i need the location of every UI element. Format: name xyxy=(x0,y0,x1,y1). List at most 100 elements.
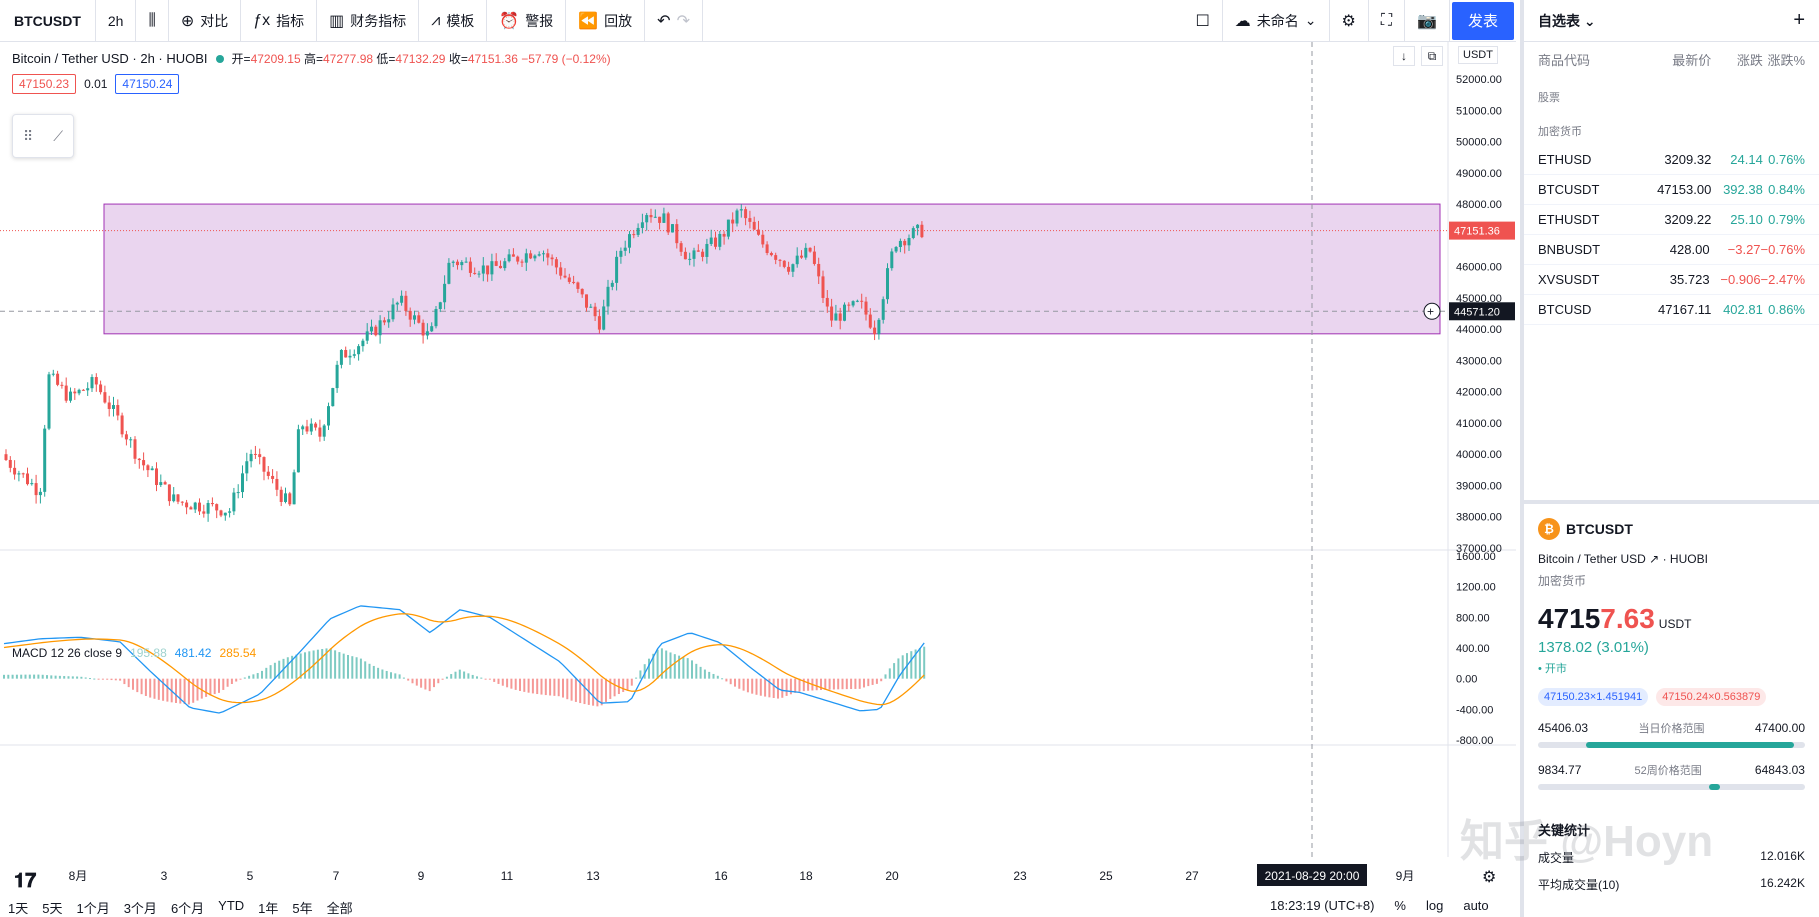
watchlist-row[interactable]: XVSUSDT 35.723 −0.906 −2.47% xyxy=(1524,265,1819,295)
watchlist-title[interactable]: 自选表 ⌄ xyxy=(1538,11,1596,31)
settings-button[interactable]: ⚙ xyxy=(1330,0,1369,42)
screenshot-button[interactable]: 📷 xyxy=(1405,0,1450,42)
log-toggle[interactable]: log xyxy=(1426,898,1443,913)
undo-icon[interactable]: ↶ xyxy=(657,11,670,31)
candle-body xyxy=(787,266,791,272)
layout-toggle-button[interactable]: ☐ xyxy=(1183,0,1223,42)
col-symbol[interactable]: 商品代码 xyxy=(1538,50,1641,69)
financials-button[interactable]: ▥ 财务指标 xyxy=(317,0,420,42)
publish-button[interactable]: 发表 xyxy=(1451,1,1514,40)
currency-tag[interactable]: USDT xyxy=(1458,46,1498,64)
fullscreen-button[interactable]: ⛶ xyxy=(1369,0,1406,42)
col-last[interactable]: 最新价 xyxy=(1641,50,1711,69)
interval-button[interactable]: 2h xyxy=(96,0,137,42)
candle-body xyxy=(292,472,296,505)
macd-histogram-bar xyxy=(402,677,405,679)
macd-histogram-bar xyxy=(574,678,577,702)
restore-icon[interactable]: ⧉ xyxy=(1421,46,1443,66)
candle-body xyxy=(503,261,507,269)
templates-button[interactable]: ⩘ 模板 xyxy=(419,0,488,42)
range-button[interactable]: 3个月 xyxy=(124,898,157,917)
indicators-button[interactable]: ƒx 指标 xyxy=(241,0,318,42)
market-open-dot xyxy=(215,54,224,63)
candle-body xyxy=(425,331,429,336)
symbol-search-button[interactable]: BTCUSDT xyxy=(0,0,96,42)
redo-icon[interactable]: ↷ xyxy=(677,11,690,31)
range-button[interactable]: 5年 xyxy=(292,898,312,917)
chart-canvas[interactable]: 52000.00 51000.00 50000.00 49000.00 48000.00… xyxy=(0,42,1516,917)
drag-handle-icon[interactable]: ⠿ xyxy=(23,128,33,145)
watchlist-row[interactable]: BTCUSD 47167.11 402.81 0.86% xyxy=(1524,295,1819,325)
candle-body xyxy=(473,272,477,274)
watchlist-row[interactable]: BNBUSDT 428.00 −3.27 −0.76% xyxy=(1524,235,1819,265)
macd-histogram-bar xyxy=(230,678,233,684)
layout-name-button[interactable]: ☁ 未命名 ⌄ xyxy=(1223,0,1330,42)
macd-histogram-bar xyxy=(458,669,461,679)
chart-corner-buttons: ↓ ⧉ xyxy=(1393,46,1443,66)
watchlist-sym: BNBUSDT xyxy=(1538,242,1601,257)
chart-area[interactable]: 52000.00 51000.00 50000.00 49000.00 48000.00… xyxy=(0,42,1516,917)
replay-button[interactable]: ⏪ 回放 xyxy=(566,0,646,42)
watchlist-row[interactable]: ETHUSDT 3209.22 25.10 0.79% xyxy=(1524,205,1819,235)
add-symbol-icon[interactable]: + xyxy=(1793,9,1805,32)
range-button[interactable]: 1年 xyxy=(258,898,278,917)
watchlist-row[interactable]: BTCUSDT 47153.00 392.38 0.84% xyxy=(1524,175,1819,205)
percent-toggle[interactable]: % xyxy=(1394,898,1406,913)
high-value: 47277.98 xyxy=(322,52,374,66)
candle-body xyxy=(327,406,330,426)
candle-body xyxy=(726,219,730,237)
candle-body xyxy=(610,282,614,287)
watchlist-row[interactable]: ETHUSD 3209.32 24.14 0.76% xyxy=(1524,145,1819,175)
candle-body xyxy=(748,218,752,222)
macd-histogram-bar xyxy=(527,678,530,693)
auto-toggle[interactable]: auto xyxy=(1463,898,1488,913)
chart-type-button[interactable]: ⫼ xyxy=(136,0,169,42)
candle-body xyxy=(69,391,72,401)
watchlist-sym: BTCUSD xyxy=(1538,302,1592,317)
candle-body xyxy=(597,316,601,330)
candle-body xyxy=(683,251,687,260)
range-button[interactable]: 5天 xyxy=(42,898,62,917)
range-button[interactable]: 全部 xyxy=(327,898,353,917)
range-button[interactable]: 6个月 xyxy=(171,898,204,917)
low-value: 47132.29 xyxy=(395,52,446,66)
right-panel: 自选表 ⌄ + 商品代码 最新价 涨跌 涨跌% 股票 加密货币 ETHUSD 32… xyxy=(1520,0,1819,917)
watchlist-chg: 402.81 xyxy=(1723,302,1763,317)
plus-circle-icon: ⊕ xyxy=(180,12,195,30)
sell-button[interactable]: 47150.23 xyxy=(12,74,77,94)
range-button[interactable]: 1天 xyxy=(8,898,28,917)
macd-histogram-bar xyxy=(807,678,810,691)
trend-line-icon[interactable]: ⟋ xyxy=(53,128,63,145)
candle-body xyxy=(275,478,279,490)
col-chg[interactable]: 涨跌 xyxy=(1711,50,1763,69)
arrow-down-icon[interactable]: ↓ xyxy=(1393,46,1415,66)
external-link-icon[interactable]: ↗ xyxy=(1649,552,1659,566)
macd-histogram-bar xyxy=(286,657,289,679)
compare-label: 对比 xyxy=(200,12,229,29)
price-tick: 44000.00 xyxy=(1456,324,1502,336)
candle-body xyxy=(318,427,322,437)
macd-histogram-bar xyxy=(295,654,298,679)
detail-name[interactable]: Bitcoin / Tether USD xyxy=(1538,552,1646,566)
floating-drawing-toolbar[interactable]: ⠿ ⟋ xyxy=(12,114,74,158)
range-button[interactable]: YTD xyxy=(218,898,244,917)
macd-histogram-bar xyxy=(703,669,706,679)
macd-histogram-bar xyxy=(11,674,14,679)
compare-button[interactable]: ⊕ 对比 xyxy=(169,0,242,42)
range-button[interactable]: 1个月 xyxy=(76,898,109,917)
candle-body xyxy=(245,461,249,474)
candle-body xyxy=(395,302,399,305)
candle-body xyxy=(718,233,722,247)
price-tick: 41000.00 xyxy=(1456,418,1502,430)
watchlist-chg: 24.14 xyxy=(1730,152,1763,167)
macd-histogram-bar xyxy=(222,678,225,690)
col-chgp[interactable]: 涨跌% xyxy=(1763,50,1805,69)
detail-symbol[interactable]: BTCUSDT xyxy=(1566,521,1633,537)
buy-button[interactable]: 47150.24 xyxy=(115,74,180,94)
macd-histogram-bar xyxy=(415,678,418,686)
macd-histogram-bar xyxy=(665,650,668,679)
candle-body xyxy=(159,482,163,486)
candle-body xyxy=(868,314,872,328)
bar-chart-icon: ▥ xyxy=(329,12,345,30)
alert-button[interactable]: ⏰ 警报 xyxy=(487,0,567,42)
